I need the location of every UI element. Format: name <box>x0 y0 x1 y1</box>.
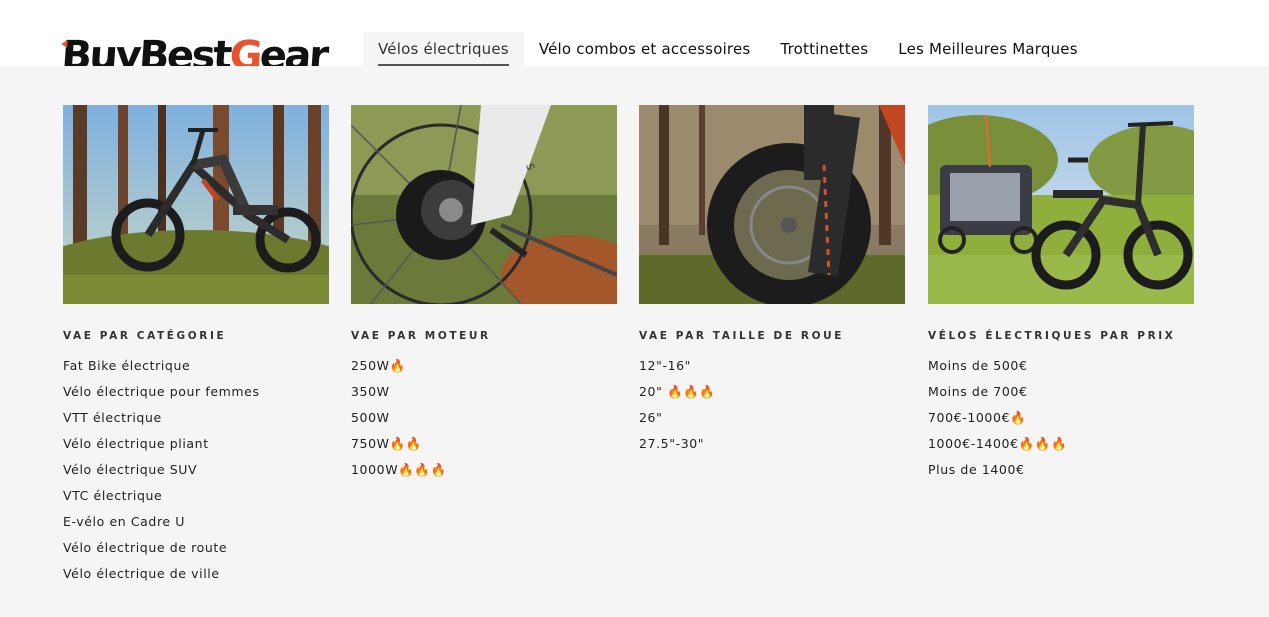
menu-link-cadre-u[interactable]: E-vélo en Cadre U <box>63 514 329 540</box>
menu-link-ville[interactable]: Vélo électrique de ville <box>63 566 329 592</box>
logo-arrow-icon <box>61 40 68 48</box>
menu-column-prix: VÉLOS ÉLECTRIQUES PAR PRIX Moins de 500€… <box>928 105 1194 488</box>
menu-link-plus-1400[interactable]: Plus de 1400€ <box>928 462 1194 488</box>
menu-link-26[interactable]: 26" <box>639 410 905 436</box>
menu-link-fat-bike[interactable]: Fat Bike électrique <box>63 358 329 384</box>
main-nav: Vélos électriques Vélo combos et accesso… <box>363 32 1093 66</box>
column-title-prix: VÉLOS ÉLECTRIQUES PAR PRIX <box>928 330 1176 342</box>
menu-link-pliant[interactable]: Vélo électrique pliant <box>63 436 329 462</box>
cargo-trailer-bike-image[interactable] <box>928 105 1194 304</box>
menu-link-350w[interactable]: 350W <box>351 384 617 410</box>
menu-link-route[interactable]: Vélo électrique de route <box>63 540 329 566</box>
fat-bike-forest-image[interactable] <box>63 105 329 304</box>
menu-column-taille-roue: VAE PAR TAILLE DE ROUE 12"-16" 20" 🔥🔥🔥 2… <box>639 105 905 462</box>
motor-link-list: 250W🔥 350W 500W 750W🔥🔥 1000W🔥🔥🔥 <box>351 358 617 488</box>
fat-tire-wheel-image[interactable] <box>639 105 905 304</box>
menu-link-12-16[interactable]: 12"-16" <box>639 358 905 384</box>
menu-link-suv[interactable]: Vélo électrique SUV <box>63 462 329 488</box>
menu-link-20[interactable]: 20" 🔥🔥🔥 <box>639 384 905 410</box>
menu-link-250w[interactable]: 250W🔥 <box>351 358 617 384</box>
nav-item-velos-electriques[interactable]: Vélos électriques <box>363 32 524 66</box>
price-link-list: Moins de 500€ Moins de 700€ 700€-1000€🔥 … <box>928 358 1194 488</box>
menu-link-500w[interactable]: 500W <box>351 410 617 436</box>
wheel-size-link-list: 12"-16" 20" 🔥🔥🔥 26" 27.5"-30" <box>639 358 905 462</box>
menu-link-1000w[interactable]: 1000W🔥🔥🔥 <box>351 462 617 488</box>
menu-link-moins-500[interactable]: Moins de 500€ <box>928 358 1194 384</box>
menu-link-750w[interactable]: 750W🔥🔥 <box>351 436 617 462</box>
menu-link-1000-1400[interactable]: 1000€-1400€🔥🔥🔥 <box>928 436 1194 462</box>
menu-column-moteur: S VAE PAR MOTEUR 250W🔥 350W 500W 750W🔥🔥 … <box>351 105 617 488</box>
category-link-list: Fat Bike électrique Vélo électrique pour… <box>63 358 329 592</box>
column-title-moteur: VAE PAR MOTEUR <box>351 330 491 342</box>
menu-link-27-30[interactable]: 27.5"-30" <box>639 436 905 462</box>
nav-item-velo-combos-accessoires[interactable]: Vélo combos et accessoires <box>524 32 766 66</box>
menu-link-vtt[interactable]: VTT électrique <box>63 410 329 436</box>
mega-menu: VAE PAR CATÉGORIE Fat Bike électrique Vé… <box>0 66 1269 617</box>
column-title-taille-roue: VAE PAR TAILLE DE ROUE <box>639 330 845 342</box>
nav-item-trottinettes[interactable]: Trottinettes <box>765 32 883 66</box>
menu-column-categorie: VAE PAR CATÉGORIE Fat Bike électrique Vé… <box>63 105 329 592</box>
menu-link-velo-femmes[interactable]: Vélo électrique pour femmes <box>63 384 329 410</box>
site-header: BuyBest Gear Vélos électriques Vélo combo… <box>0 0 1269 79</box>
menu-link-moins-700[interactable]: Moins de 700€ <box>928 384 1194 410</box>
menu-link-vtc[interactable]: VTC électrique <box>63 488 329 514</box>
menu-link-700-1000[interactable]: 700€-1000€🔥 <box>928 410 1194 436</box>
nav-item-meilleures-marques[interactable]: Les Meilleures Marques <box>883 32 1092 66</box>
hub-motor-closeup-image[interactable]: S <box>351 105 617 304</box>
column-title-categorie: VAE PAR CATÉGORIE <box>63 330 227 342</box>
